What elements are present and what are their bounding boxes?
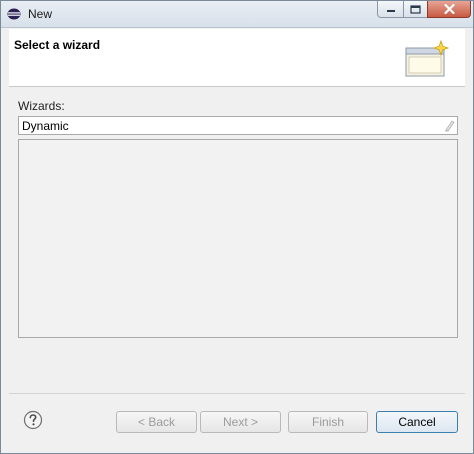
window-title: New [28, 7, 53, 21]
maximize-button[interactable] [403, 1, 428, 18]
cancel-button[interactable]: Cancel [376, 411, 458, 433]
finish-button[interactable]: Finish [288, 411, 368, 433]
eclipse-icon [7, 8, 21, 20]
minimize-button[interactable] [377, 1, 404, 18]
back-button[interactable]: < Back [116, 411, 197, 433]
wizard-banner-icon [405, 39, 450, 77]
wizard-filter-input[interactable] [18, 116, 458, 135]
maximize-icon [410, 4, 421, 14]
wizard-tree[interactable] [18, 139, 458, 338]
wizard-header: Select a wizard [9, 29, 465, 87]
page-title: Select a wizard [14, 38, 101, 52]
help-icon[interactable] [23, 410, 43, 430]
next-button[interactable]: Next > [200, 411, 281, 433]
close-icon [443, 4, 455, 14]
new-wizard-dialog: New Select a wizard Wizards: Dynamic < B… [0, 0, 474, 454]
wizards-label: Wizards: [18, 99, 65, 113]
title-bar[interactable]: New [1, 1, 473, 28]
minimize-icon [386, 10, 395, 12]
close-button[interactable] [427, 1, 471, 18]
footer-separator [9, 393, 465, 394]
clear-filter-icon[interactable] [442, 118, 456, 132]
